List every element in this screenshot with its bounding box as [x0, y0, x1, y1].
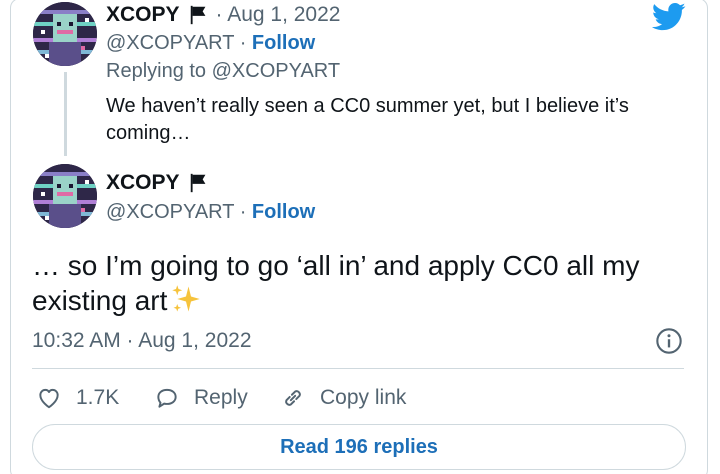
author-handle[interactable]: @XCOPYART	[106, 201, 234, 223]
tweet-timestamp[interactable]: 10:32 AM · Aug 1, 2022	[32, 329, 252, 353]
parent-handle-row: @XCOPYART · Follow	[106, 32, 315, 55]
tweet-date[interactable]: · Aug 1, 2022	[216, 3, 341, 27]
speech-bubble-icon	[157, 388, 177, 408]
avatar[interactable]	[33, 2, 97, 66]
link-icon	[285, 390, 301, 406]
avatar-image	[33, 2, 97, 66]
info-icon[interactable]	[655, 327, 683, 355]
author-name[interactable]: XCOPY	[106, 3, 180, 27]
avatar[interactable]	[33, 164, 97, 228]
handle-separator: ·	[239, 201, 247, 223]
twitter-bird-icon[interactable]	[652, 2, 686, 32]
main-handle-row: @XCOPYART · Follow	[106, 201, 315, 224]
black-flag-icon	[190, 173, 205, 193]
main-tweet-text: … so I’m going to go ‘all in’ and apply …	[32, 248, 672, 318]
black-flag-icon	[190, 5, 205, 25]
follow-link[interactable]: Follow	[252, 201, 315, 223]
copy-link-label: Copy link	[320, 386, 407, 409]
author-handle[interactable]: @XCOPYART	[106, 32, 234, 54]
like-count: 1.7K	[76, 386, 120, 409]
reply-button[interactable]: Reply	[154, 385, 248, 411]
copy-link-button[interactable]: Copy link	[280, 385, 406, 411]
parent-tweet-header: XCOPY · Aug 1, 2022	[106, 3, 340, 27]
thread-connector	[64, 72, 67, 156]
author-name[interactable]: XCOPY	[106, 171, 180, 195]
replying-to-label: Replying to @XCOPYART	[106, 60, 341, 82]
parent-tweet-text: We haven’t really seen a CC0 summer yet,…	[106, 95, 629, 144]
follow-link[interactable]: Follow	[252, 32, 315, 54]
avatar-image	[33, 164, 97, 228]
read-replies-button[interactable]: Read 196 replies	[32, 424, 686, 470]
reply-label: Reply	[194, 386, 248, 409]
handle-separator: ·	[239, 32, 247, 54]
like-button[interactable]: 1.7K	[36, 385, 119, 411]
heart-icon	[39, 388, 59, 409]
main-tweet-body: … so I’m going to go ‘all in’ and apply …	[32, 250, 640, 316]
divider	[32, 368, 684, 369]
read-replies-label: Read 196 replies	[280, 435, 438, 458]
sparkles-icon	[172, 285, 201, 312]
main-tweet-header: XCOPY	[106, 171, 210, 195]
